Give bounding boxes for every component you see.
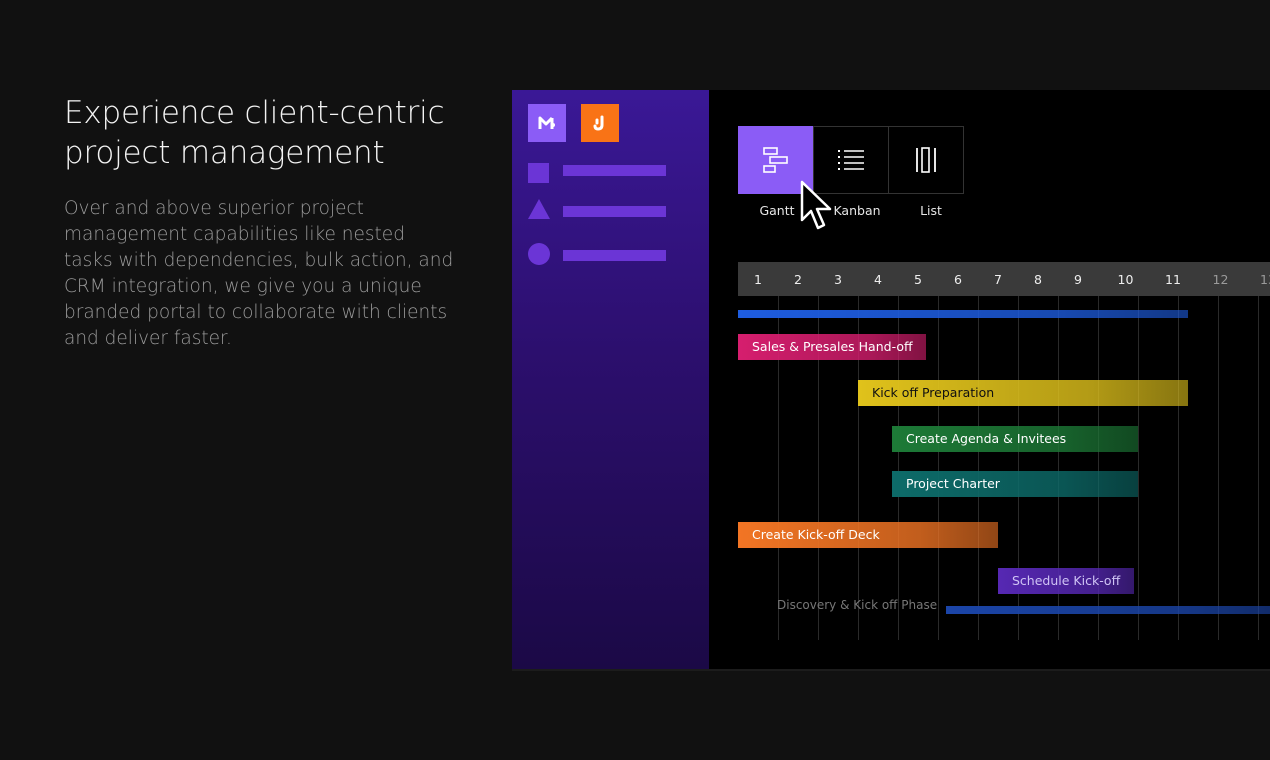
grid-line	[1138, 296, 1139, 640]
grid-line	[1218, 296, 1219, 640]
hero-title: Experience client-centric project manage…	[64, 95, 445, 171]
square-icon	[528, 163, 549, 183]
mouse-pointer-icon	[800, 180, 832, 230]
m-logo-icon	[538, 116, 555, 129]
gantt-grid: Sales & Presales Hand-off Kick off Prepar…	[738, 296, 1270, 640]
gantt-icon	[763, 147, 788, 173]
sidebar-item-placeholder-1[interactable]	[563, 165, 666, 176]
triangle-icon	[528, 199, 550, 219]
timeline-tick: 11	[1165, 272, 1181, 287]
gantt-phase-bar[interactable]	[946, 606, 1270, 614]
grid-line	[978, 296, 979, 640]
timeline-tick: 1	[754, 272, 762, 287]
grid-line	[1178, 296, 1179, 640]
timeline-tick: 13	[1260, 272, 1270, 287]
timeline-header: 12345678910111213	[738, 262, 1270, 296]
sidebar-item-placeholder-2[interactable]	[563, 206, 666, 217]
timeline-tick: 2	[794, 272, 802, 287]
gantt-task-bar[interactable]: Kick off Preparation	[858, 380, 1189, 406]
list-view-label: List	[920, 203, 942, 218]
timeline-tick: 6	[954, 272, 962, 287]
sidebar	[512, 90, 709, 669]
gantt-phase-bar[interactable]	[738, 310, 1189, 318]
app-preview: Gantt Kanban List 12345678910111213 Sale…	[512, 90, 1270, 671]
hero-description: Over and above superior project manageme…	[64, 198, 454, 349]
kanban-list-icon	[838, 150, 864, 170]
circle-icon	[528, 243, 550, 265]
sidebar-item-placeholder-3[interactable]	[563, 250, 666, 261]
j-logo-icon	[593, 115, 604, 131]
timeline-tick: 9	[1074, 272, 1082, 287]
gantt-task-bar[interactable]: Sales & Presales Hand-off	[738, 334, 926, 360]
gantt-task-bar[interactable]: Create Kick-off Deck	[738, 522, 998, 548]
list-view-button[interactable]	[888, 126, 964, 194]
gantt-task-bar[interactable]: Create Agenda & Invitees	[892, 426, 1139, 452]
timeline-tick: 3	[834, 272, 842, 287]
gantt-task-bar[interactable]: Project Charter	[892, 471, 1139, 497]
workspace-logo-j[interactable]	[581, 104, 619, 142]
list-columns-icon	[916, 147, 936, 173]
timeline-tick: 8	[1034, 272, 1042, 287]
timeline-tick: 12	[1212, 272, 1229, 287]
grid-line	[938, 296, 939, 640]
workspace-logo-m[interactable]	[528, 104, 566, 142]
timeline-tick: 4	[874, 272, 882, 287]
gantt-chart: 12345678910111213 Sales & Presales Hand-…	[738, 262, 1270, 640]
grid-line	[1258, 296, 1259, 640]
timeline-tick: 7	[994, 272, 1002, 287]
gantt-task-bar[interactable]: Schedule Kick-off	[998, 568, 1134, 594]
timeline-tick: 5	[914, 272, 922, 287]
phase-label: Discovery & Kick off Phase	[777, 598, 938, 612]
timeline-tick: 10	[1117, 272, 1134, 287]
